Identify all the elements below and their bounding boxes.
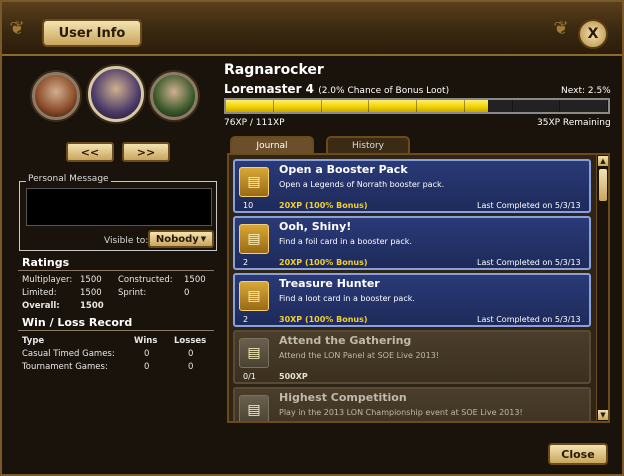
win-loss-divider [18,330,214,331]
user-info-window: ❦ User Info ❦ X << >> Personal Message V… [0,0,624,476]
journal-item[interactable]: ▤ Ooh, Shiny! Find a foil card in a booste… [233,216,591,270]
dropdown-arrow-icon: ▼ [200,235,207,243]
left-panel: << >> Personal Message Visible to: Nobod… [2,58,222,468]
record-row-wins: 0 [144,349,150,359]
ratings-divider [18,270,214,271]
xp-current: 76XP / 111XP [224,118,285,128]
journal-item-desc: Find a loot card in a booster pack. [279,294,415,303]
journal-item-date: Last Completed on 5/3/13 [477,201,581,210]
record-row-type: Casual Timed Games: [22,349,115,359]
visible-to-value: Nobody [155,233,199,245]
sprint-label: Sprint: [118,288,147,298]
journal-item-xp: 500XP [279,372,308,381]
journal-item-desc: Play in the 2013 LON Championship event … [279,408,523,417]
avatar-portrait-1[interactable] [32,72,80,120]
constructed-value: 1500 [184,275,206,285]
ornament-left-icon: ❦ [9,18,25,39]
journal-item-title: Highest Competition [279,391,407,404]
overall-value: 1500 [80,301,104,311]
player-name: Ragnarocker [224,62,324,78]
journal-item-desc: Find a foil card in a booster pack. [279,237,412,246]
journal-item-desc: Open a Legends of Norrath booster pack. [279,180,445,189]
visible-to-dropdown[interactable]: Nobody ▼ [148,230,214,248]
booster-card-icon: ▤ [239,281,269,311]
limited-value: 1500 [80,288,102,298]
booster-card-icon: ▤ [239,224,269,254]
next-bonus-text: Next: 2.5% [561,86,611,96]
journal-item-xp: 20XP (100% Bonus) [279,201,368,210]
xp-ticks [226,100,608,112]
journal-item-count: 2 [243,258,249,267]
scroll-down-icon[interactable]: ▼ [598,410,608,420]
journal-item-count: 0/1 [243,372,256,381]
overall-label: Overall: [22,301,60,311]
record-row-wins: 0 [144,362,150,372]
booster-card-icon: ▤ [239,338,269,368]
right-panel: Ragnarocker Loremaster 4 (2.0% Chance of… [222,58,622,468]
journal-item-xp: 30XP (100% Bonus) [279,315,368,324]
window-close-button[interactable]: X [578,19,608,49]
prev-avatar-button[interactable]: << [66,142,114,162]
window-title-tab: User Info [42,19,142,47]
bonus-loot-text: (2.0% Chance of Bonus Loot) [318,86,450,96]
multiplayer-value: 1500 [80,275,102,285]
journal-item[interactable]: ▤ Attend the Gathering Attend the LON Pane… [233,330,591,384]
multiplayer-label: Multiplayer: [22,275,73,285]
journal-item-date: Last Completed on 5/3/13 [477,315,581,324]
booster-card-icon: ▤ [239,167,269,197]
title-bar: ❦ User Info ❦ X [2,2,622,56]
ornament-right-icon: ❦ [553,18,569,39]
record-col-wins: Wins [134,336,158,346]
record-col-losses: Losses [174,336,207,346]
next-avatar-button[interactable]: >> [122,142,170,162]
booster-card-icon: ▤ [239,395,269,421]
journal-item-desc: Attend the LON Panel at SOE Live 2013! [279,351,440,360]
close-button[interactable]: Close [548,443,608,465]
level-title: Loremaster 4 [224,82,315,96]
player-level: Loremaster 4 (2.0% Chance of Bonus Loot) [224,82,449,96]
journal-item-title: Ooh, Shiny! [279,220,352,233]
personal-message-input[interactable] [26,188,212,226]
journal-item-title: Open a Booster Pack [279,163,408,176]
avatar-portrait-3[interactable] [150,72,198,120]
tab-history[interactable]: History [326,136,410,153]
personal-message-label: Personal Message [26,174,111,184]
journal-item-count: 2 [243,315,249,324]
sprint-value: 0 [184,288,190,298]
xp-remaining: 35XP Remaining [537,118,611,128]
journal-list: ▤ Open a Booster Pack Open a Legends of No… [227,153,610,423]
journal-item[interactable]: ▤ Treasure Hunter Find a loot card in a bo… [233,273,591,327]
record-row-losses: 0 [188,362,194,372]
record-row-type: Tournament Games: [22,362,108,372]
avatar-portrait-selected[interactable] [88,66,144,122]
tab-journal[interactable]: Journal [230,136,314,153]
personal-message-group: Personal Message Visible to: Nobody ▼ [19,174,217,251]
record-col-type: Type [22,336,45,346]
visible-to-label: Visible to: [104,236,149,246]
win-loss-heading: Win / Loss Record [22,316,133,329]
journal-item-date: Last Completed on 5/3/13 [477,258,581,267]
journal-item-xp: 20XP (100% Bonus) [279,258,368,267]
scroll-up-icon[interactable]: ▲ [598,156,608,166]
journal-item-title: Attend the Gathering [279,334,412,347]
journal-item-count: 10 [243,201,254,210]
ratings-heading: Ratings [22,256,70,269]
limited-label: Limited: [22,288,57,298]
constructed-label: Constructed: [118,275,173,285]
journal-item[interactable]: ▤ Highest Competition Play in the 2013 LON… [233,387,591,421]
journal-item[interactable]: ▤ Open a Booster Pack Open a Legends of No… [233,159,591,213]
record-row-losses: 0 [188,349,194,359]
journal-item-title: Treasure Hunter [279,277,380,290]
scroll-thumb[interactable] [599,169,607,201]
xp-progress-bar [224,98,610,114]
journal-scrollbar[interactable]: ▲ ▼ [596,155,608,421]
